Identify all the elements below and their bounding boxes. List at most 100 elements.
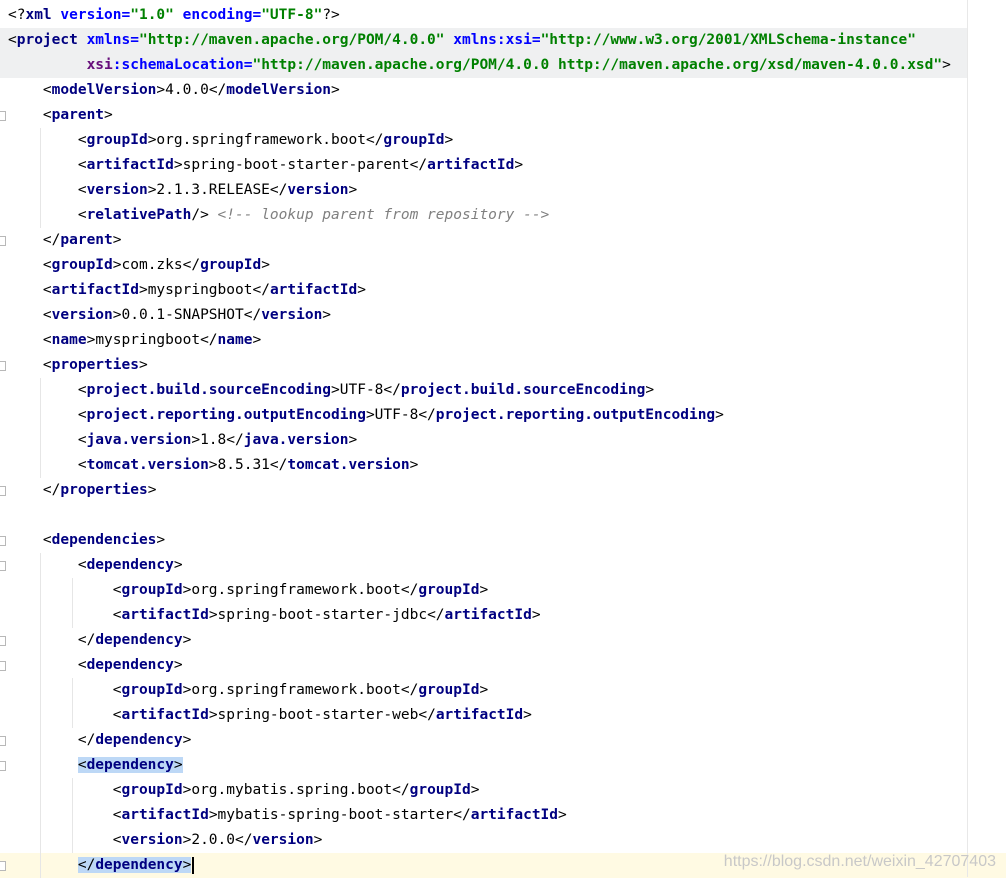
fold-marker-icon[interactable] [0, 111, 6, 121]
code-line[interactable]: <groupId>org.mybatis.spring.boot</groupI… [0, 778, 968, 803]
fold-marker-icon[interactable] [0, 761, 6, 771]
code-text: <project.build.sourceEncoding>UTF-8</pro… [8, 378, 654, 403]
code-token: 0.0.1-SNAPSHOT [121, 307, 244, 323]
code-token: < [8, 532, 52, 548]
code-token: 2.1.3.RELEASE [156, 182, 270, 198]
code-line[interactable]: <tomcat.version>8.5.31</tomcat.version> [0, 453, 968, 478]
code-line[interactable]: <version>2.1.3.RELEASE</version> [0, 178, 968, 203]
code-token: artifactId [121, 607, 209, 623]
code-line[interactable]: <java.version>1.8</java.version> [0, 428, 968, 453]
code-token: < [8, 582, 122, 598]
code-token: groupId [409, 782, 471, 798]
code-line[interactable]: <artifactId>spring-boot-starter-parent</… [0, 153, 968, 178]
code-line[interactable]: <dependency> [0, 553, 968, 578]
code-token: version [121, 832, 183, 848]
code-line[interactable]: <groupId>org.springframework.boot</group… [0, 578, 968, 603]
code-line[interactable]: <name>myspringboot</name> [0, 328, 968, 353]
code-line[interactable]: <artifactId>mybatis-spring-boot-starter<… [0, 803, 968, 828]
code-line[interactable]: <dependency> [0, 753, 968, 778]
code-token: > [182, 857, 192, 873]
code-token: </ [392, 782, 410, 798]
code-token: > [942, 57, 951, 73]
fold-marker-icon[interactable] [0, 486, 6, 496]
code-token: project.build.sourceEncoding [400, 382, 646, 398]
code-line[interactable]: <version>0.0.1-SNAPSHOT</version> [0, 303, 968, 328]
code-text: <groupId>com.zks</groupId> [8, 253, 270, 278]
fold-marker-icon[interactable] [0, 861, 6, 871]
code-line[interactable]: </parent> [0, 228, 968, 253]
fold-marker-icon[interactable] [0, 636, 6, 646]
code-token: groupId [418, 582, 480, 598]
fold-marker-icon[interactable] [0, 236, 6, 246]
code-token: < [8, 82, 52, 98]
code-token: < [8, 157, 87, 173]
code-token: > [322, 307, 332, 323]
code-token: </ [427, 607, 445, 623]
code-token: myspringboot [147, 282, 253, 298]
code-token: </ [409, 157, 428, 173]
code-line[interactable]: <artifactId>myspringboot</artifactId> [0, 278, 968, 303]
code-editor[interactable]: <?xml version="1.0" encoding="UTF-8"?> <p… [0, 0, 1006, 878]
code-text: </parent> [8, 228, 122, 253]
code-line[interactable]: <properties> [0, 353, 968, 378]
code-line[interactable]: <?xml version="1.0" encoding="UTF-8"?> [0, 3, 968, 28]
code-token: > [173, 757, 183, 773]
fold-marker-icon[interactable] [0, 536, 6, 546]
code-line[interactable]: </properties> [0, 478, 968, 503]
code-token: "http://www.w3.org/2001/XMLSchema-instan… [540, 32, 916, 48]
code-line[interactable]: <dependency> [0, 653, 968, 678]
code-line[interactable]: <groupId>org.springframework.boot</group… [0, 128, 968, 153]
fold-marker-icon[interactable] [0, 736, 6, 746]
code-token: <? [8, 7, 26, 23]
code-line[interactable]: xsi:schemaLocation="http://maven.apache.… [0, 53, 968, 78]
code-token: dependency [95, 857, 183, 873]
code-token: groupId [418, 682, 480, 698]
code-line[interactable]: </dependency> [0, 628, 968, 653]
code-line[interactable]: <project xmlns="http://maven.apache.org/… [0, 28, 968, 53]
code-token: < [8, 32, 17, 48]
code-token: 4.0.0 [165, 82, 209, 98]
code-line[interactable]: <project.build.sourceEncoding>UTF-8</pro… [0, 378, 968, 403]
code-text: <groupId>org.springframework.boot</group… [8, 578, 488, 603]
fold-marker-icon[interactable] [0, 661, 6, 671]
code-line[interactable]: <project.reporting.outputEncoding>UTF-8<… [0, 403, 968, 428]
right-margin-guide [967, 0, 968, 877]
code-token: </ [269, 457, 288, 473]
code-text: <name>myspringboot</name> [8, 328, 261, 353]
code-text: <artifactId>mybatis-spring-boot-starter<… [8, 803, 567, 828]
code-token: 1.8 [200, 432, 227, 448]
code-line[interactable]: <groupId>com.zks</groupId> [0, 253, 968, 278]
code-token: < [8, 432, 87, 448]
code-token: > [531, 607, 541, 623]
code-token: tomcat.version [287, 457, 410, 473]
fold-marker-icon[interactable] [0, 561, 6, 571]
code-text: <dependency> [8, 753, 183, 778]
code-line[interactable]: <modelVersion>4.0.0</modelVersion> [0, 78, 968, 103]
code-token: < [8, 557, 87, 573]
code-line[interactable]: </dependency> [0, 728, 968, 753]
code-token: < [8, 257, 52, 273]
code-line[interactable]: <groupId>org.springframework.boot</group… [0, 678, 968, 703]
code-text: <tomcat.version>8.5.31</tomcat.version> [8, 453, 419, 478]
code-token: > [715, 407, 724, 423]
code-line[interactable] [0, 503, 968, 528]
code-line[interactable]: <version>2.0.0</version> [0, 828, 968, 853]
code-line[interactable]: <dependencies> [0, 528, 968, 553]
code-token: name [51, 332, 87, 348]
code-line[interactable]: <relativePath/> <!-- lookup parent from … [0, 203, 968, 228]
code-token: < [8, 607, 122, 623]
code-token: > [514, 157, 524, 173]
code-line[interactable]: <artifactId>spring-boot-starter-web</art… [0, 703, 968, 728]
code-token: > [112, 257, 122, 273]
code-token: </ [269, 182, 288, 198]
code-token: > [365, 407, 375, 423]
fold-marker-icon[interactable] [0, 361, 6, 371]
code-token: > [357, 282, 366, 298]
code-line[interactable]: <artifactId>spring-boot-starter-jdbc</ar… [0, 603, 968, 628]
code-line[interactable]: <parent> [0, 103, 968, 128]
text-caret [192, 856, 195, 874]
code-token: org.springframework.boot [191, 682, 401, 698]
